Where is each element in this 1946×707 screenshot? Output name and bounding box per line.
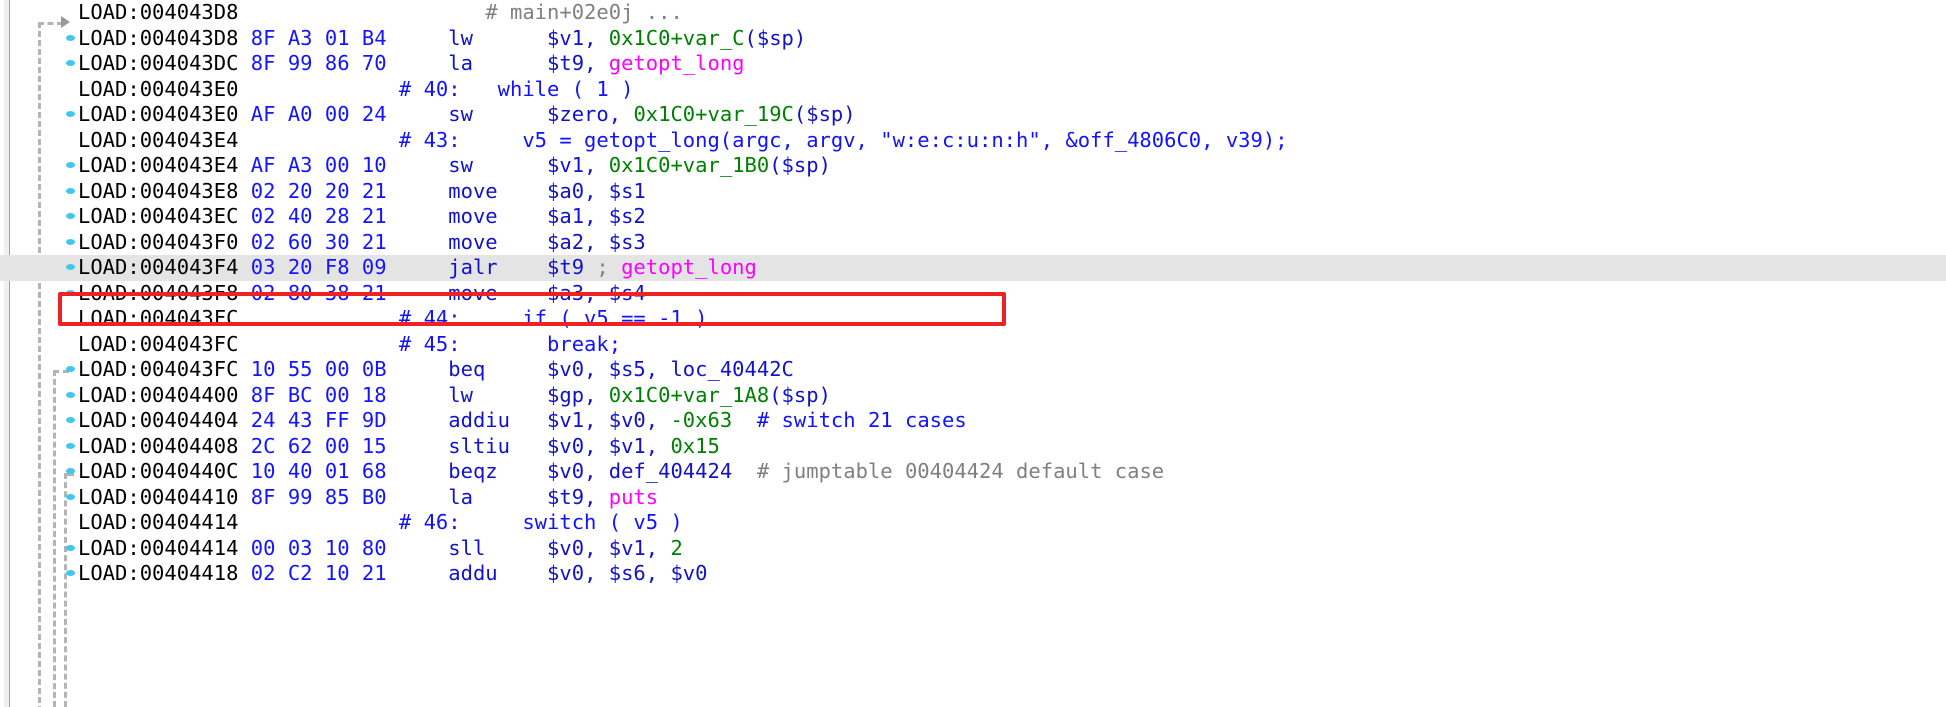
disassembly-line-text: LOAD:004043FC 10 55 00 0B beq $v0, $s5, …	[78, 357, 794, 381]
disassembly-line-text: LOAD:00404408 2C 62 00 15 sltiu $v0, $v1…	[78, 433, 720, 458]
line-marker-dot-icon	[66, 544, 75, 551]
disassembly-row[interactable]: LOAD:004043F8 02 80 38 21 move $a3, $s4	[0, 281, 1946, 307]
disassembly-row[interactable]: LOAD:00404400 8F BC 00 18 lw $gp, 0x1C0+…	[0, 383, 1946, 409]
disassembly-line-text: LOAD:00404404 24 43 FF 9D addiu $v1, $v0…	[78, 408, 967, 432]
line-marker-dot-icon	[66, 238, 75, 245]
disassembly-line-text: LOAD:004043E4 # 43: v5 = getopt_long(arg…	[78, 127, 1288, 152]
disassembly-line-text: LOAD:004043F4 03 20 F8 09 jalr $t9 ; get…	[78, 255, 757, 279]
disassembly-line-text: LOAD:004043DC 8F 99 86 70 la $t9, getopt…	[78, 51, 745, 75]
disassembly-row[interactable]: LOAD:004043E4 AF A3 00 10 sw $v1, 0x1C0+…	[0, 153, 1946, 179]
disassembly-line-text: LOAD:004043F8 02 80 38 21 move $a3, $s4	[78, 280, 646, 305]
line-marker-dot-icon	[66, 111, 75, 117]
disassembly-line-text: LOAD:00404414 # 46: switch ( v5 )	[78, 510, 683, 534]
disassembly-line-text: LOAD:00404418 02 C2 10 21 addu $v0, $s6,…	[78, 561, 708, 585]
disassembly-row[interactable]: LOAD:00404404 24 43 FF 9D addiu $v1, $v0…	[0, 408, 1946, 434]
disassembly-line-text: LOAD:004043E4 AF A3 00 10 sw $v1, 0x1C0+…	[78, 153, 831, 177]
disassembly-row[interactable]: LOAD:004043D8 # main+02e0j ...	[0, 0, 1946, 26]
line-marker-dot-icon	[66, 417, 75, 423]
line-marker-dot-icon	[66, 60, 75, 66]
disassembly-row[interactable]: LOAD:004043E0 # 40: while ( 1 )	[0, 77, 1946, 103]
disassembly-line-text: LOAD:004043D8 8F A3 01 B4 lw $v1, 0x1C0+…	[78, 25, 807, 50]
line-marker-dot-icon	[66, 289, 75, 296]
disassembly-row[interactable]: LOAD:004043E4 # 43: v5 = getopt_long(arg…	[0, 128, 1946, 154]
disassembly-row[interactable]: LOAD:00404418 02 C2 10 21 addu $v0, $s6,…	[0, 561, 1946, 587]
line-marker-dot-icon	[66, 366, 75, 372]
disassembly-row[interactable]: LOAD:004043EC 02 40 28 21 move $a1, $s2	[0, 204, 1946, 230]
disassembly-row[interactable]: LOAD:00404414 00 03 10 80 sll $v0, $v1, …	[0, 536, 1946, 562]
disassembly-row[interactable]: LOAD:00404410 8F 99 85 B0 la $t9, puts	[0, 485, 1946, 511]
disassembly-line-text: LOAD:004043FC # 45: break;	[78, 331, 622, 356]
line-marker-dot-icon	[66, 442, 75, 449]
disassembly-row[interactable]: LOAD:004043E8 02 20 20 21 move $a0, $s1	[0, 179, 1946, 205]
disassembly-row[interactable]: LOAD:004043D8 8F A3 01 B4 lw $v1, 0x1C0+…	[0, 26, 1946, 52]
disassembly-line-text: LOAD:00404400 8F BC 00 18 lw $gp, 0x1C0+…	[78, 382, 831, 407]
disassembly-row[interactable]: LOAD:004043E0 AF A0 00 24 sw $zero, 0x1C…	[0, 102, 1946, 128]
disassembly-row[interactable]: LOAD:00404414 # 46: switch ( v5 )	[0, 510, 1946, 536]
disassembly-row[interactable]: LOAD:004043FC # 45: break;	[0, 332, 1946, 358]
line-marker-dot-icon	[66, 570, 75, 576]
line-marker-dot-icon	[66, 34, 75, 41]
disassembly-row[interactable]: LOAD:004043FC # 44: if ( v5 == -1 )	[0, 306, 1946, 332]
disassembly-row[interactable]: LOAD:004043FC 10 55 00 0B beq $v0, $s5, …	[0, 357, 1946, 383]
line-marker-dot-icon	[66, 213, 75, 219]
disassembly-line-text: LOAD:004043EC 02 40 28 21 move $a1, $s2	[78, 204, 646, 228]
disassembly-listing[interactable]: LOAD:004043D8 # main+02e0j ... LOAD:00404…	[0, 0, 1946, 707]
disassembly-row[interactable]: LOAD:004043F0 02 60 30 21 move $a2, $s3	[0, 230, 1946, 256]
disassembly-line-text: LOAD:00404410 8F 99 85 B0 la $t9, puts	[78, 484, 659, 509]
disassembly-row-selected[interactable]: LOAD:004043F4 03 20 F8 09 jalr $t9 ; get…	[0, 255, 1946, 281]
line-marker-dot-icon	[66, 162, 75, 168]
line-marker-dot-icon	[66, 493, 75, 500]
disassembly-line-text: LOAD:004043E8 02 20 20 21 move $a0, $s1	[78, 178, 646, 203]
disassembly-line-text: LOAD:004043E0 # 40: while ( 1 )	[78, 76, 634, 101]
disassembly-line-text: LOAD:004043FC # 44: if ( v5 == -1 )	[78, 306, 708, 330]
disassembly-line-text: LOAD:00404414 00 03 10 80 sll $v0, $v1, …	[78, 535, 683, 560]
disassembly-row[interactable]: LOAD:004043DC 8F 99 86 70 la $t9, getopt…	[0, 51, 1946, 77]
disassembly-line-text: LOAD:004043F0 02 60 30 21 move $a2, $s3	[78, 229, 646, 254]
disassembly-line-text: LOAD:004043E0 AF A0 00 24 sw $zero, 0x1C…	[78, 102, 856, 126]
line-marker-dot-icon	[66, 187, 75, 194]
disassembly-line-text: LOAD:0040440C 10 40 01 68 beqz $v0, def_…	[78, 459, 1165, 483]
disassembly-row[interactable]: LOAD:0040440C 10 40 01 68 beqz $v0, def_…	[0, 459, 1946, 485]
disassembly-line-text: LOAD:004043D8 # main+02e0j ...	[78, 0, 683, 24]
line-marker-dot-icon	[66, 264, 75, 270]
line-marker-dot-icon	[66, 391, 75, 398]
ida-disassembly-window: LOAD:004043D8 # main+02e0j ... LOAD:00404…	[0, 0, 1946, 707]
line-marker-dot-icon	[66, 468, 75, 474]
disassembly-row[interactable]: LOAD:00404408 2C 62 00 15 sltiu $v0, $v1…	[0, 434, 1946, 460]
